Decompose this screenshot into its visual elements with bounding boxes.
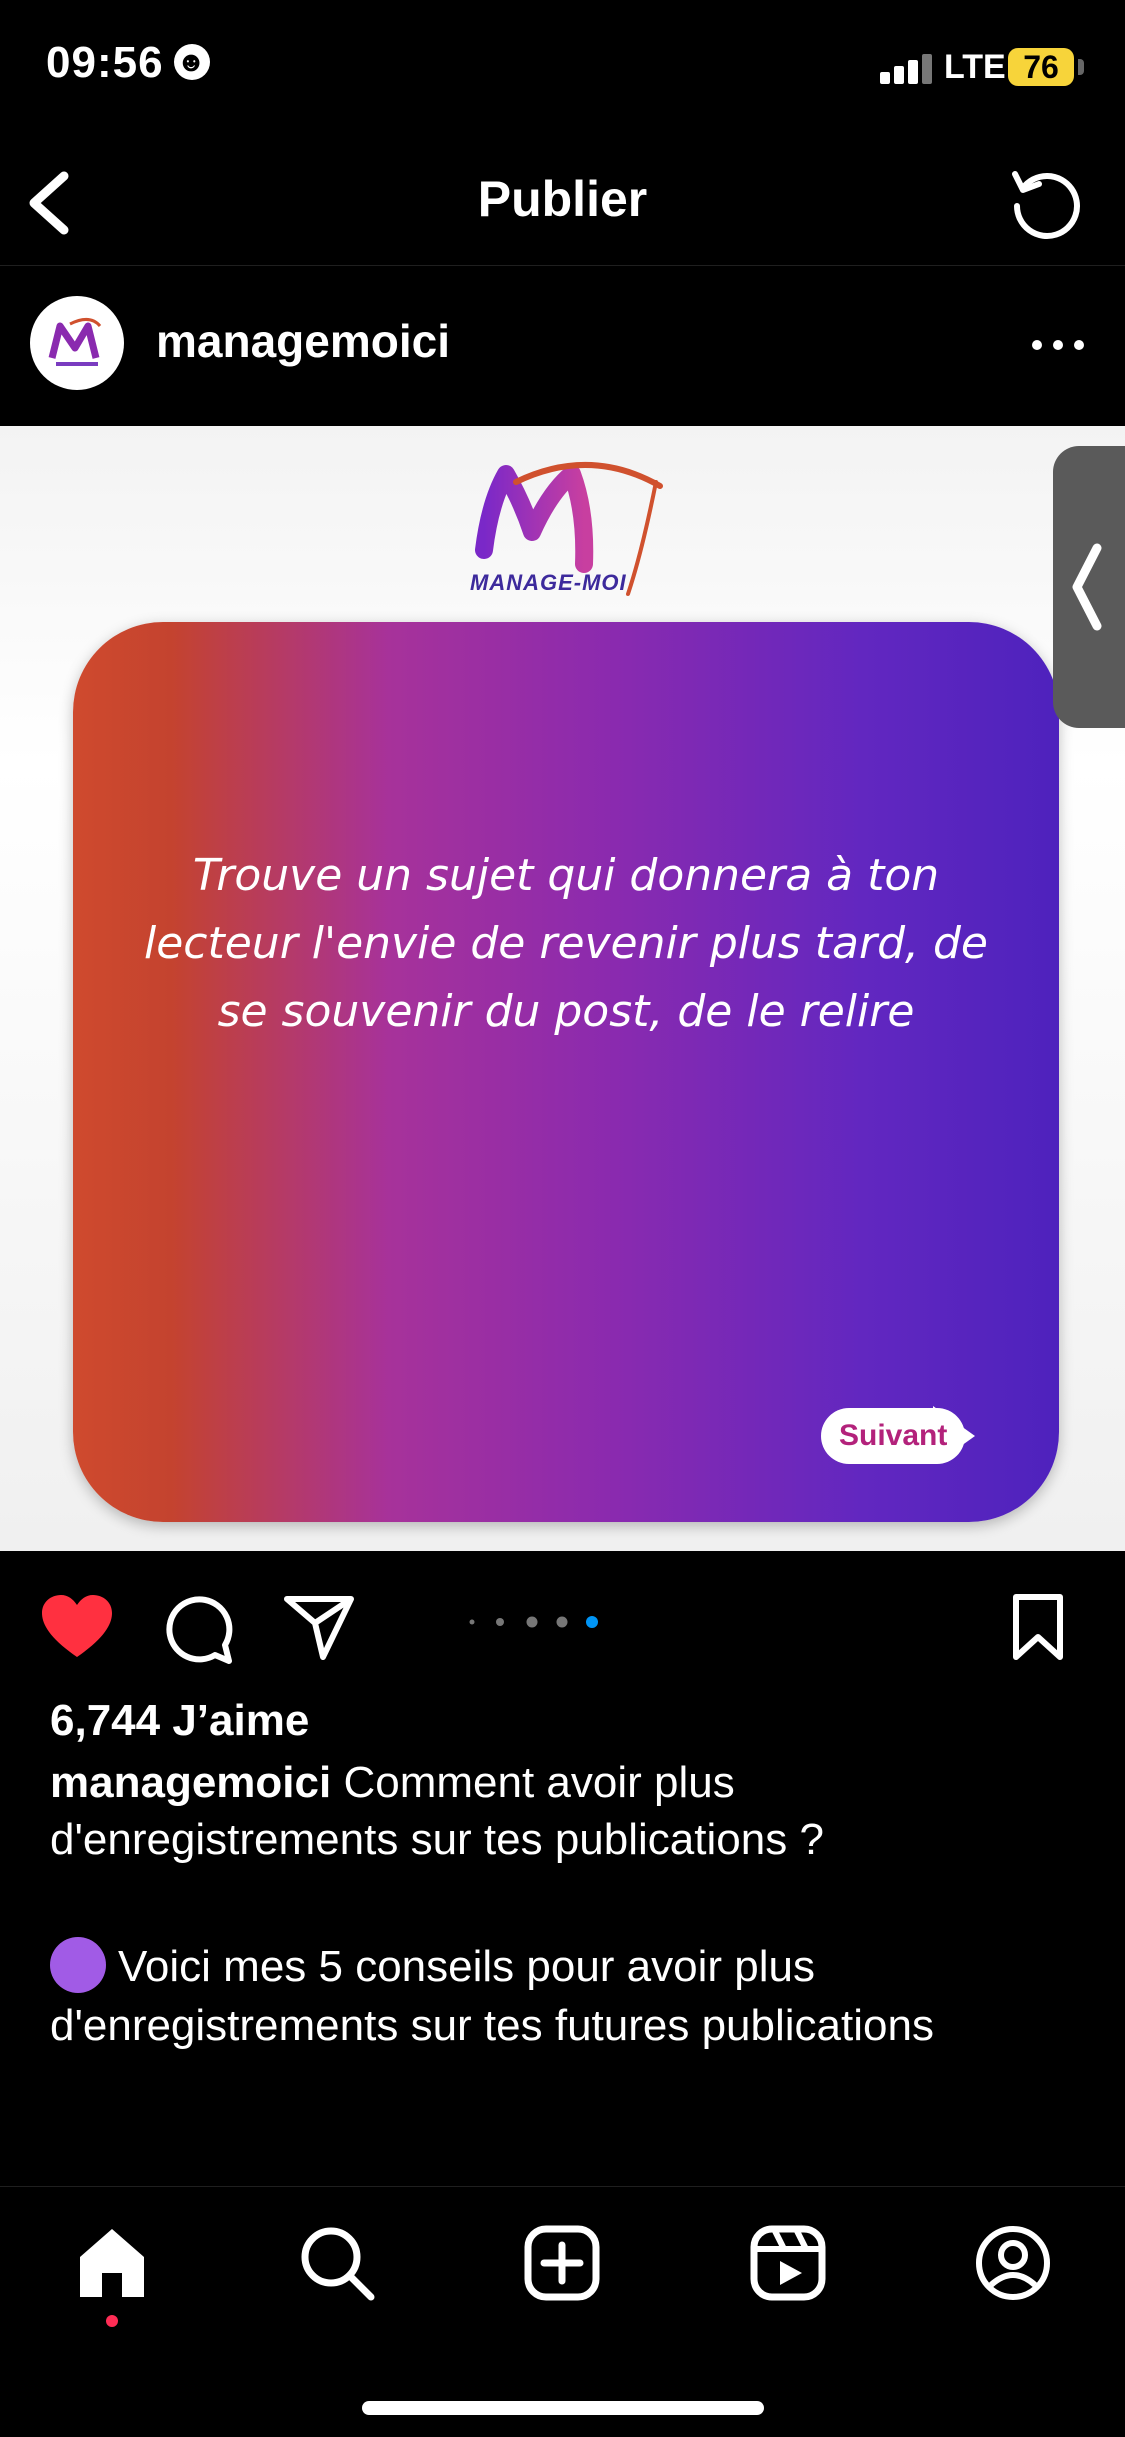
status-bar: 09:56 ☻ LTE 76 bbox=[0, 0, 1125, 140]
clock: 09:56 ☻ bbox=[46, 38, 210, 88]
new-post-icon[interactable] bbox=[522, 2223, 602, 2303]
caption-tip: Voici mes 5 conseils pour avoir plus d'e… bbox=[50, 1937, 1080, 2054]
bottom-tab-bar bbox=[0, 2186, 1125, 2437]
next-button: Suivant bbox=[813, 1406, 981, 1464]
comment-icon[interactable] bbox=[163, 1593, 235, 1665]
clock-time: 09:56 bbox=[46, 38, 164, 87]
post-actions bbox=[0, 1551, 1125, 1691]
avatar[interactable] bbox=[30, 296, 124, 390]
managemoi-logo-icon bbox=[31, 297, 123, 389]
side-panel-handle[interactable] bbox=[1053, 446, 1125, 728]
carousel-dot bbox=[556, 1616, 568, 1628]
signal-strength-icon bbox=[880, 54, 936, 84]
share-icon[interactable] bbox=[283, 1593, 355, 1661]
caption-username[interactable]: managemoici bbox=[50, 1758, 331, 1807]
post-header: managemoici bbox=[0, 266, 1125, 426]
chevron-left-icon bbox=[1072, 543, 1102, 631]
profile-icon[interactable] bbox=[973, 2223, 1053, 2303]
smiley-icon: ☻ bbox=[173, 44, 210, 81]
search-icon[interactable] bbox=[297, 2223, 377, 2303]
tip-text: Voici mes 5 conseils pour avoir plus d'e… bbox=[50, 1942, 934, 2051]
refresh-icon[interactable] bbox=[1005, 162, 1085, 242]
reels-icon[interactable] bbox=[748, 2223, 828, 2303]
quote-text: Trouve un sujet qui donnera à ton lecteu… bbox=[144, 850, 988, 1037]
carousel-indicator bbox=[469, 1616, 598, 1628]
brand-logo-text: MANAGE-MOI bbox=[470, 570, 627, 595]
network-type: LTE bbox=[944, 48, 1006, 86]
next-label: Suivant bbox=[821, 1408, 966, 1464]
battery-level: 76 bbox=[1008, 48, 1074, 86]
carousel-dot bbox=[586, 1616, 598, 1628]
carousel-dot bbox=[496, 1618, 504, 1626]
page-title: Publier bbox=[477, 171, 648, 227]
post-caption: managemoici Comment avoir plus d'enregis… bbox=[50, 1754, 1080, 1868]
carousel-dot bbox=[469, 1619, 475, 1625]
quote-card: Trouve un sujet qui donnera à ton lecteu… bbox=[73, 622, 1059, 1522]
more-options-icon[interactable] bbox=[1030, 338, 1086, 352]
likes-count[interactable]: 6,744 J’aime bbox=[50, 1696, 309, 1746]
post-image[interactable]: MANAGE-MOI Trouve un sujet qui donnera à… bbox=[0, 426, 1125, 1551]
battery-icon bbox=[1078, 59, 1084, 75]
home-active-dot bbox=[106, 2315, 118, 2327]
home-indicator bbox=[362, 2401, 764, 2415]
nav-header: Publier bbox=[0, 140, 1125, 266]
bookmark-icon[interactable] bbox=[1010, 1593, 1066, 1661]
home-icon[interactable] bbox=[72, 2223, 152, 2303]
brand-logo: MANAGE-MOI bbox=[460, 452, 680, 602]
post-username[interactable]: managemoici bbox=[156, 314, 450, 368]
purple-circle-icon bbox=[50, 1937, 106, 1994]
heart-icon[interactable] bbox=[40, 1593, 114, 1659]
carousel-dot bbox=[526, 1616, 538, 1628]
